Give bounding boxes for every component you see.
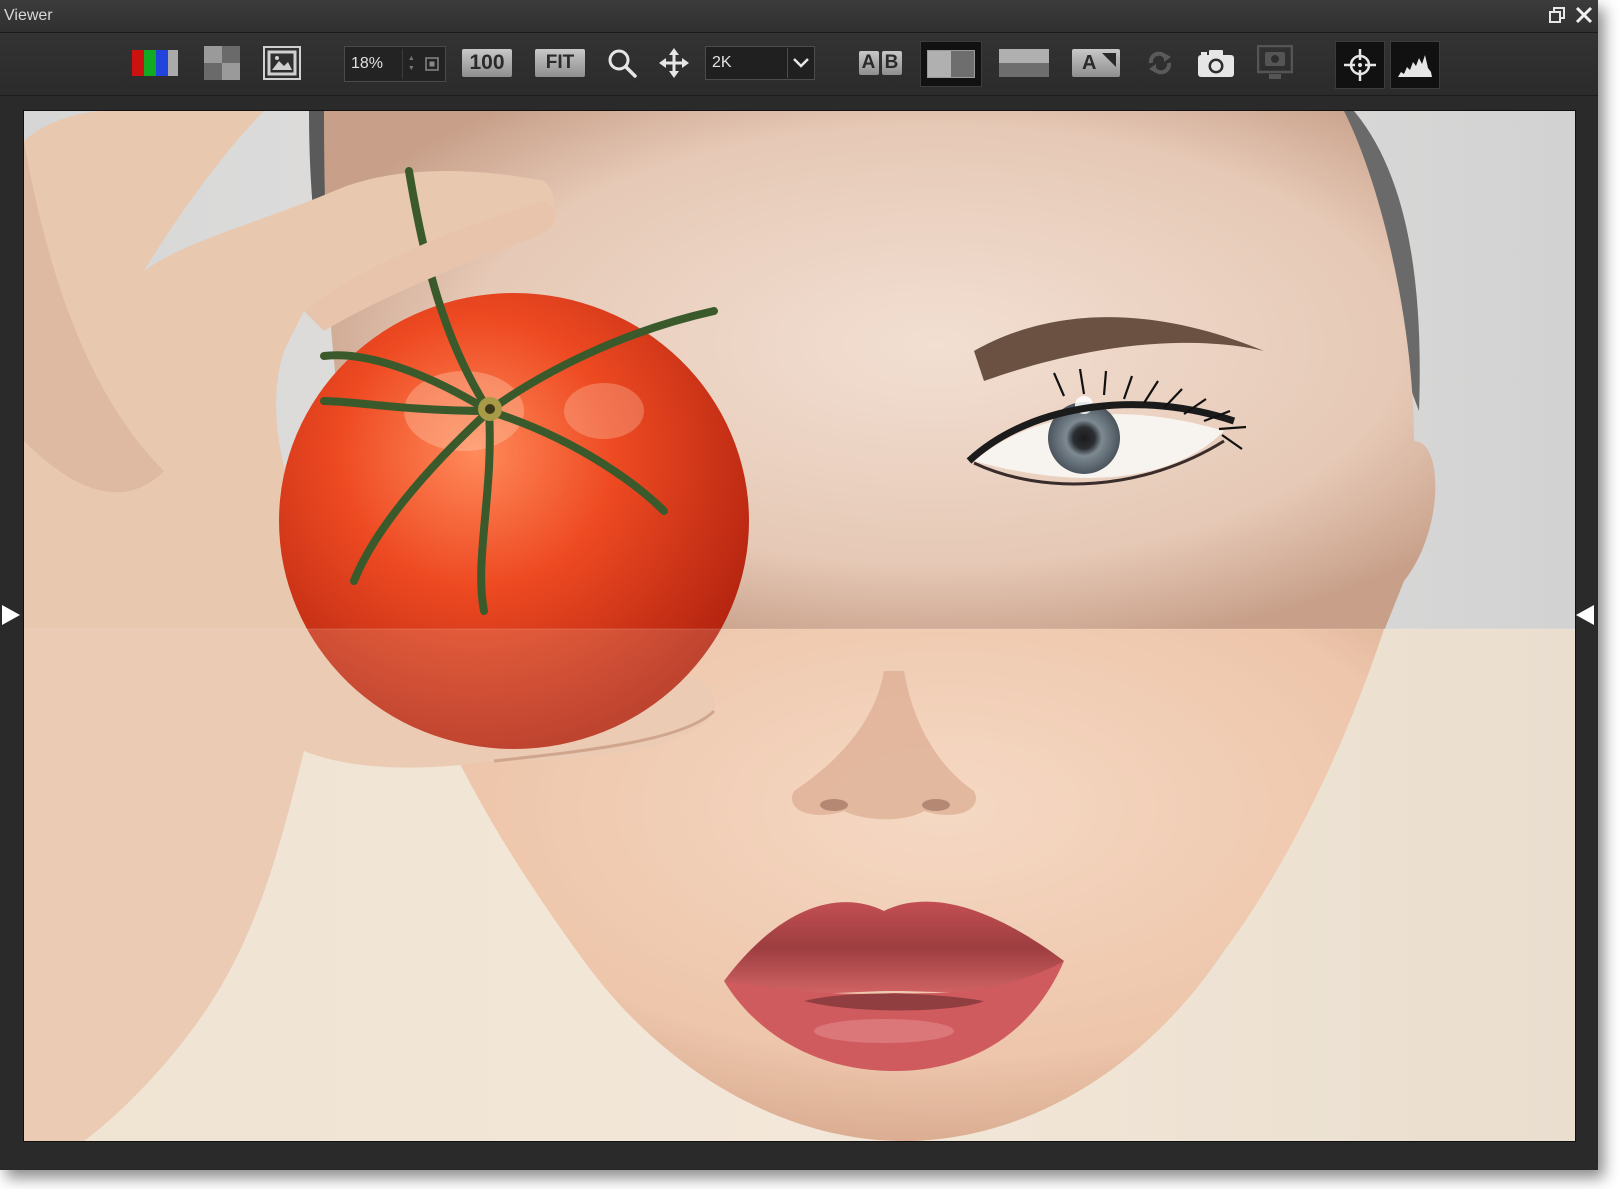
checkerboard-icon[interactable] bbox=[203, 43, 241, 83]
ab-label-b: B bbox=[881, 51, 902, 75]
resolution-value: 2K bbox=[712, 54, 732, 71]
viewer-window: Viewer 18% ▲ ▼ 100 FIT 2K A B A bbox=[0, 0, 1598, 1170]
camera-icon[interactable] bbox=[1196, 43, 1236, 83]
zoom-percentage-field[interactable]: 18% ▲ ▼ bbox=[344, 46, 446, 82]
pan-move-icon[interactable] bbox=[656, 43, 692, 83]
image-frame-icon[interactable] bbox=[262, 43, 302, 83]
wipe-marker-left-icon[interactable] bbox=[2, 605, 20, 625]
zoom-100-button[interactable]: 100 bbox=[462, 43, 512, 83]
title-bar: Viewer bbox=[0, 0, 1598, 33]
ab-compare-button[interactable]: A B bbox=[856, 43, 904, 83]
split-horizontal-icon[interactable] bbox=[998, 43, 1050, 83]
ab-label-a: A bbox=[858, 51, 879, 75]
zoom-stepper[interactable]: ▲ ▼ bbox=[402, 49, 419, 79]
viewer-canvas[interactable] bbox=[0, 96, 1598, 1170]
viewer-image[interactable] bbox=[23, 110, 1576, 1142]
photo-image bbox=[24, 111, 1575, 1141]
histogram-icon[interactable] bbox=[1390, 41, 1440, 89]
overlay-button[interactable]: A bbox=[1071, 43, 1121, 83]
chevron-down-icon[interactable] bbox=[787, 48, 814, 78]
split-vertical-icon[interactable] bbox=[920, 41, 982, 87]
window-title: Viewer bbox=[4, 7, 53, 24]
fit-button[interactable]: FIT bbox=[535, 43, 585, 83]
restore-window-icon[interactable] bbox=[1544, 2, 1570, 28]
wipe-marker-right-icon[interactable] bbox=[1576, 605, 1594, 625]
close-icon[interactable] bbox=[1571, 2, 1597, 28]
resolution-dropdown[interactable]: 2K bbox=[705, 46, 815, 80]
snapshot-display-icon[interactable] bbox=[1256, 43, 1294, 83]
zoom-reset-icon[interactable] bbox=[419, 49, 445, 79]
fit-label: FIT bbox=[535, 49, 585, 77]
rgb-channels-icon[interactable] bbox=[131, 43, 179, 83]
overlay-corner-icon bbox=[1102, 53, 1116, 67]
sync-icon[interactable] bbox=[1144, 43, 1176, 83]
viewer-toolbar: 18% ▲ ▼ 100 FIT 2K A B A bbox=[0, 33, 1598, 96]
zoom-value: 18% bbox=[351, 55, 384, 72]
magnifier-icon[interactable] bbox=[604, 43, 640, 83]
zoom-100-label: 100 bbox=[462, 49, 512, 77]
crosshair-icon[interactable] bbox=[1335, 41, 1385, 89]
